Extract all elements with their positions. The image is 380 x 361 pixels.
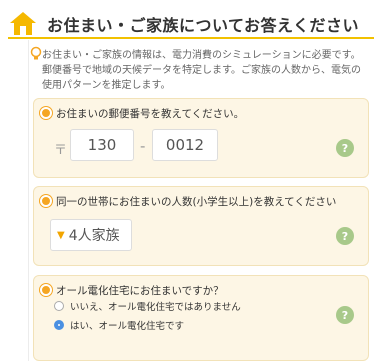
radio-checked-icon[interactable]: [54, 320, 64, 330]
help-icon[interactable]: ?: [336, 306, 354, 324]
postal-code-question: お住まいの郵便番号を教えてください。 〒 130 - 0012 ?: [33, 98, 369, 178]
radio-unchecked-icon[interactable]: [54, 301, 64, 311]
section-guide-line: [28, 40, 29, 361]
all-electric-option-no[interactable]: いいえ、オール電化住宅ではありません: [54, 299, 241, 313]
page-header: お住まい・ご家族についてお答えください: [0, 0, 380, 40]
household-size-label: 同一の世帯にお住まいの人数(小学生以上)を教えてください: [56, 196, 337, 208]
help-icon[interactable]: ?: [336, 139, 354, 157]
info-note: お住まい・ご家族の情報は、電力消費のシミュレーションに必要です。郵便番号で地域の…: [38, 48, 368, 93]
question-marker-icon: [40, 284, 52, 296]
postal-code-dash: -: [140, 137, 146, 155]
all-electric-label: オール電化住宅にお住まいですか？: [56, 285, 224, 297]
postal-code-second-input[interactable]: 0012: [152, 129, 218, 161]
house-icon: [10, 12, 36, 35]
household-size-select[interactable]: ▼ 4人家族: [50, 219, 132, 251]
all-electric-question: オール電化住宅にお住まいですか？ いいえ、オール電化住宅ではありません はい、オ…: [33, 275, 369, 361]
question-marker-icon: [40, 195, 52, 207]
caret-down-icon: ▼: [57, 229, 65, 241]
postal-code-first-input[interactable]: 130: [70, 129, 134, 161]
page-title: お住まい・ご家族についてお答えください: [47, 16, 360, 35]
household-size-value: 4人家族: [68, 228, 120, 244]
postal-mark-icon: 〒: [54, 143, 68, 158]
household-size-question: 同一の世帯にお住まいの人数(小学生以上)を教えてください ▼ 4人家族 ?: [33, 186, 369, 266]
postal-code-label: お住まいの郵便番号を教えてください。: [56, 108, 245, 120]
all-electric-option-yes[interactable]: はい、オール電化住宅です: [54, 318, 184, 332]
option-label: はい、オール電化住宅です: [70, 321, 185, 332]
question-marker-icon: [40, 107, 52, 119]
help-icon[interactable]: ?: [336, 227, 354, 245]
info-text: お住まい・ご家族の情報は、電力消費のシミュレーションに必要です。郵便番号で地域の…: [42, 50, 361, 91]
header-divider: [8, 37, 374, 39]
option-label: いいえ、オール電化住宅ではありません: [70, 302, 241, 313]
